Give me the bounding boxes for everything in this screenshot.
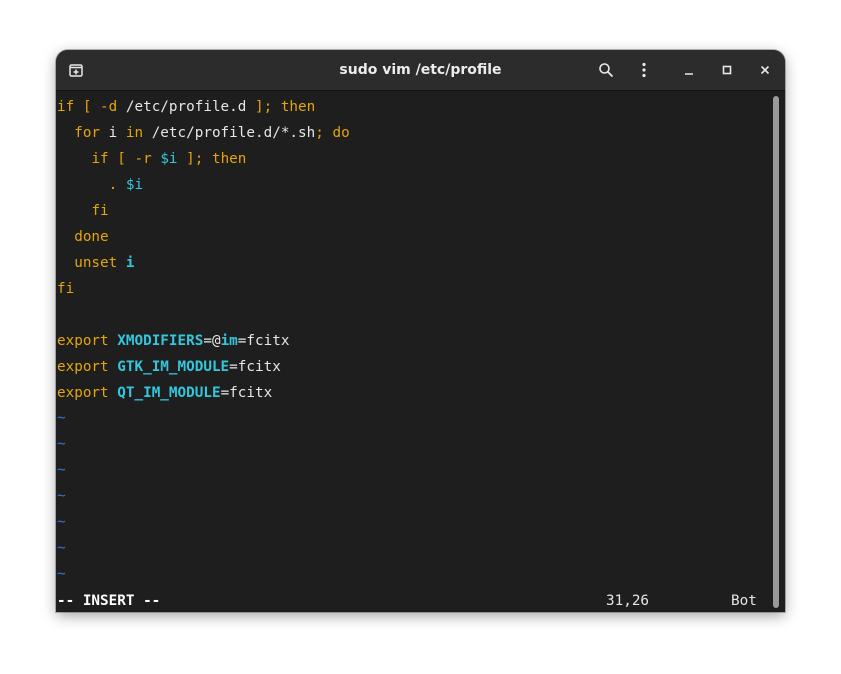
code-line: if [ -d /etc/profile.d ]; then bbox=[57, 94, 315, 120]
variable: XMODIFIERS bbox=[117, 333, 204, 349]
close-button[interactable] bbox=[753, 50, 777, 90]
empty-buffer-line: ~ bbox=[57, 566, 66, 582]
title-bar[interactable]: sudo vim /etc/profile bbox=[56, 50, 785, 91]
maximize-icon bbox=[722, 65, 732, 75]
keyword: if bbox=[91, 151, 109, 167]
operator: =@ bbox=[203, 333, 221, 349]
code-line: for i in /etc/profile.d/*.sh; do bbox=[57, 120, 350, 146]
code-line: export QT_IM_MODULE=fcitx bbox=[57, 380, 272, 406]
value: =fcitx bbox=[237, 333, 290, 349]
keyword: for bbox=[74, 125, 101, 141]
code-line: . $i bbox=[57, 172, 143, 198]
keyword: unset bbox=[74, 255, 118, 271]
empty-buffer-line: ~ bbox=[57, 410, 66, 426]
maximize-button[interactable] bbox=[715, 50, 739, 90]
empty-buffer-line: ~ bbox=[57, 514, 66, 530]
terminal-window: sudo vim /etc/profile if [-d /etc/profi… bbox=[56, 50, 785, 612]
code-line: unset i bbox=[57, 250, 134, 276]
path: /etc/profile.d bbox=[117, 99, 247, 115]
keyword: ]; bbox=[246, 99, 281, 115]
variable: im bbox=[220, 333, 238, 349]
keyword: ; bbox=[315, 125, 333, 141]
variable: i bbox=[100, 125, 126, 141]
close-icon bbox=[760, 65, 770, 75]
keyword: export bbox=[57, 359, 109, 375]
variable: QT_IM_MODULE bbox=[117, 385, 221, 401]
keyword: do bbox=[332, 125, 350, 141]
variable: $i bbox=[160, 151, 178, 167]
value: =fcitx bbox=[220, 385, 273, 401]
search-button[interactable] bbox=[594, 50, 618, 90]
value: =fcitx bbox=[229, 359, 281, 375]
empty-buffer-line: ~ bbox=[57, 462, 66, 478]
variable: i bbox=[125, 255, 135, 271]
scroll-position: Bot bbox=[731, 593, 757, 609]
keyword: export bbox=[57, 333, 109, 349]
cursor-position: 31,26 bbox=[606, 593, 650, 609]
code-line: if [ -r $i ]; then bbox=[57, 146, 246, 172]
path: /etc/profile.d/*.sh bbox=[143, 125, 316, 141]
code-line: fi bbox=[57, 276, 74, 302]
scrollbar[interactable] bbox=[773, 96, 779, 608]
empty-buffer-line: ~ bbox=[57, 540, 66, 556]
menu-icon bbox=[642, 62, 646, 78]
keyword: [ bbox=[108, 151, 135, 167]
flag: -r bbox=[134, 151, 152, 167]
keyword: [ bbox=[74, 99, 101, 115]
terminal-content[interactable]: if [ -d /etc/profile.d ]; then for i in … bbox=[56, 91, 785, 612]
keyword: then bbox=[211, 151, 247, 167]
keyword: ]; bbox=[177, 151, 212, 167]
empty-buffer-line: ~ bbox=[57, 488, 66, 504]
keyword: fi bbox=[91, 203, 109, 219]
window-title: sudo vim /etc/profile bbox=[339, 62, 502, 78]
keyword: export bbox=[57, 385, 109, 401]
keyword: fi bbox=[57, 281, 75, 297]
keyword: in bbox=[125, 125, 144, 141]
keyword: if bbox=[57, 99, 75, 115]
code-line: export XMODIFIERS=@im=fcitx bbox=[57, 328, 289, 354]
empty-buffer-line: ~ bbox=[57, 436, 66, 452]
menu-button[interactable] bbox=[632, 50, 656, 90]
minimize-icon bbox=[685, 73, 693, 75]
mode-indicator: -- INSERT -- bbox=[57, 593, 161, 609]
code-line: export GTK_IM_MODULE=fcitx bbox=[57, 354, 281, 380]
code-line: done bbox=[57, 224, 109, 250]
variable: $i bbox=[125, 177, 144, 193]
keyword: then bbox=[280, 99, 316, 115]
minimize-button[interactable] bbox=[677, 50, 701, 90]
keyword: . bbox=[108, 177, 126, 193]
keyword: done bbox=[74, 229, 109, 245]
search-icon bbox=[599, 63, 613, 77]
flag: -d bbox=[100, 99, 118, 115]
code-line: fi bbox=[57, 198, 109, 224]
variable: GTK_IM_MODULE bbox=[117, 359, 230, 375]
